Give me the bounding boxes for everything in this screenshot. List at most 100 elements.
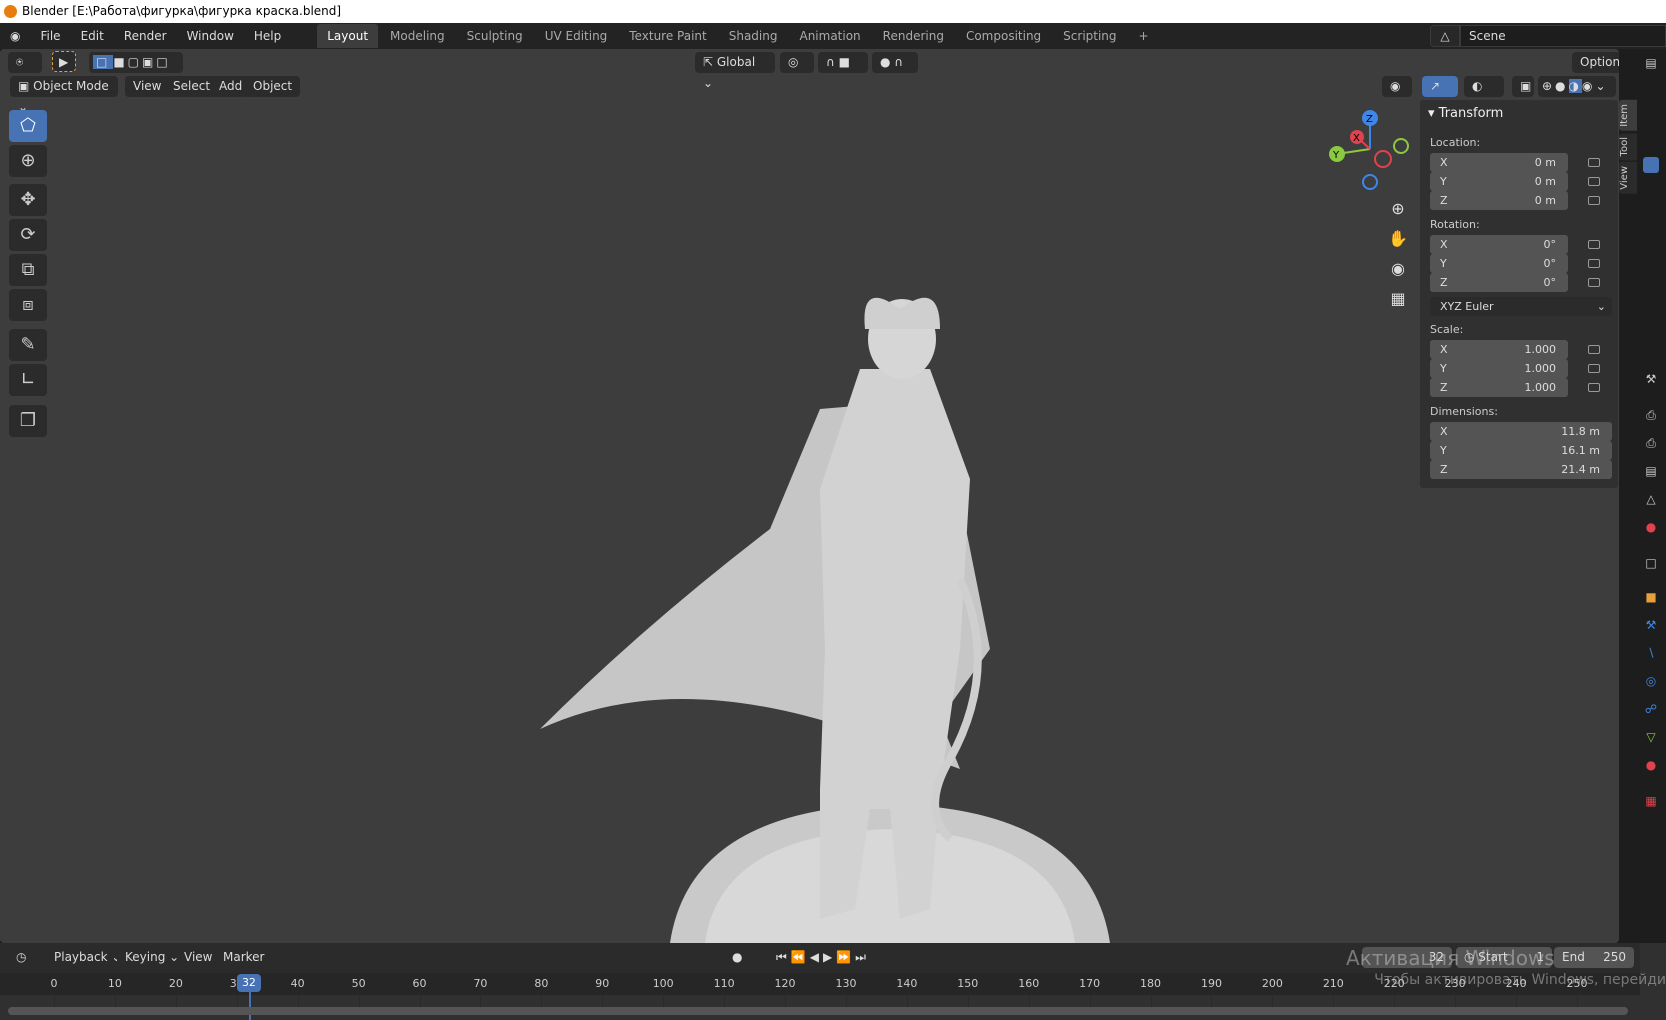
frame-tick-label: 170 xyxy=(1079,977,1101,990)
gizmo-toggle[interactable]: ↗ xyxy=(1422,76,1458,97)
lock-icon[interactable] xyxy=(1588,345,1600,354)
physics-icon[interactable]: ◎ xyxy=(1643,673,1659,689)
rotation-y-field[interactable]: Y 0° xyxy=(1430,254,1568,273)
collection-icon[interactable]: □ xyxy=(1643,555,1659,571)
tab-item[interactable]: Item xyxy=(1619,100,1637,131)
add-workspace-button[interactable]: + xyxy=(1129,24,1159,48)
lock-icon[interactable] xyxy=(1588,158,1600,167)
tab-sculpting[interactable]: Sculpting xyxy=(457,24,533,48)
menu-help[interactable]: Help xyxy=(244,29,291,43)
location-x-field[interactable]: X0 m xyxy=(1430,153,1568,172)
data-properties-icon[interactable]: ▽ xyxy=(1643,729,1659,745)
orientation-label: Global xyxy=(716,55,756,69)
tab-modeling[interactable]: Modeling xyxy=(380,24,455,48)
scene-name[interactable]: Scene xyxy=(1460,25,1666,47)
lock-icon[interactable] xyxy=(1588,177,1600,186)
scale-tool-icon[interactable]: ⧉ xyxy=(9,254,47,286)
options-dropdown[interactable]: Options ⌄ xyxy=(1572,52,1619,90)
tab-rendering[interactable]: Rendering xyxy=(873,24,954,48)
measure-tool-icon[interactable]: ∟ xyxy=(9,364,47,396)
camera-view-icon[interactable]: ◉ xyxy=(1386,254,1410,284)
blender-menu-icon[interactable]: ◉ xyxy=(0,29,30,43)
frame-tick-label: 110 xyxy=(713,977,735,990)
world-properties-icon[interactable]: ● xyxy=(1643,519,1659,535)
menu-edit[interactable]: Edit xyxy=(71,29,114,43)
move-tool-icon[interactable]: ✥ xyxy=(9,184,47,216)
scene-properties-icon[interactable]: △ xyxy=(1643,491,1659,507)
perspective-grid-icon[interactable]: ▦ xyxy=(1386,284,1410,314)
constraints-icon[interactable]: ☍ xyxy=(1643,701,1659,717)
scene-selector[interactable]: △ Scene xyxy=(1430,25,1666,47)
editor-type-button[interactable]: ⍟ xyxy=(8,52,42,73)
tab-uv-editing[interactable]: UV Editing xyxy=(535,24,618,48)
transform-orientation-dropdown[interactable]: ⇱ Global ⌄ xyxy=(695,52,775,90)
texture-properties-icon[interactable]: ▦ xyxy=(1643,793,1659,809)
lock-icon[interactable] xyxy=(1588,278,1600,287)
tool-properties-icon[interactable]: ⚒ xyxy=(1643,371,1659,387)
snap-toggle[interactable]: ∩ ■ xyxy=(818,52,868,73)
visibility-dropdown[interactable]: ◉ xyxy=(1382,76,1412,97)
outliner-icon[interactable]: ▤ xyxy=(1643,55,1659,71)
sculpted-figure-model[interactable] xyxy=(520,249,1140,943)
3d-viewport[interactable]: ⍟ ▶ □■▢▣□ ⇱ Global ⌄ ◎ ∩ ■ ● ∩ Options ⌄… xyxy=(0,49,1619,943)
tab-scripting[interactable]: Scripting xyxy=(1053,24,1126,48)
dimensions-y-field[interactable]: Y 16.1 m xyxy=(1430,441,1612,460)
rotation-mode-dropdown[interactable]: XYZ Euler ⌄ xyxy=(1430,297,1612,316)
tab-compositing[interactable]: Compositing xyxy=(956,24,1051,48)
lock-icon[interactable] xyxy=(1588,364,1600,373)
navigation-gizmo[interactable]: Z Y X xyxy=(1325,104,1415,194)
transform-panel-header[interactable]: ▾ Transform xyxy=(1428,106,1503,121)
lock-icon[interactable] xyxy=(1588,259,1600,268)
xray-toggle[interactable]: ▣ xyxy=(1512,76,1534,97)
select-tool-icon[interactable]: ▶ xyxy=(52,51,76,72)
menu-view[interactable]: View xyxy=(125,76,170,97)
object-properties-icon[interactable]: ■ xyxy=(1643,589,1659,605)
menu-render[interactable]: Render xyxy=(114,29,177,43)
tab-tool[interactable]: Tool xyxy=(1619,132,1637,161)
scale-y-field[interactable]: Y 1.000 xyxy=(1430,359,1568,378)
pan-hand-icon[interactable]: ✋ xyxy=(1386,224,1410,254)
cursor-tool-icon[interactable]: ⊕ xyxy=(9,145,47,177)
lock-icon[interactable] xyxy=(1588,196,1600,205)
pivot-point-dropdown[interactable]: ◎ xyxy=(780,52,814,73)
timeline-scrollbar[interactable] xyxy=(8,1007,1628,1015)
material-properties-icon[interactable]: ● xyxy=(1643,757,1659,773)
transform-tool-icon[interactable]: ⧈ xyxy=(9,289,47,321)
add-cube-tool-icon[interactable]: ❐ xyxy=(9,405,47,437)
menu-file[interactable]: File xyxy=(30,29,70,43)
overlays-toggle[interactable]: ◐ xyxy=(1464,76,1504,97)
modifier-icon[interactable]: ⚒ xyxy=(1643,617,1659,633)
location-z-field[interactable]: Z0 m xyxy=(1430,191,1568,210)
scale-x-field[interactable]: X 1.000 xyxy=(1430,340,1568,359)
tab-layout[interactable]: Layout xyxy=(317,24,379,48)
playhead[interactable]: 32 xyxy=(236,974,261,992)
annotate-tool-icon[interactable]: ✎ xyxy=(9,329,47,361)
particles-icon[interactable]: ∖ xyxy=(1643,645,1659,661)
lock-icon[interactable] xyxy=(1588,383,1600,392)
render-properties-icon[interactable]: ⎙ xyxy=(1643,407,1659,423)
view-layer-icon[interactable]: ▤ xyxy=(1643,463,1659,479)
dimensions-z-field[interactable]: Z 21.4 m xyxy=(1430,460,1612,479)
menu-object[interactable]: Object xyxy=(245,76,301,97)
scene-icon: △ xyxy=(1430,25,1460,47)
playhead-line[interactable] xyxy=(248,992,251,1020)
scale-z-field[interactable]: Z 1.000 xyxy=(1430,378,1568,397)
menu-window[interactable]: Window xyxy=(177,29,244,43)
location-y-field[interactable]: Y0 m xyxy=(1430,172,1568,191)
tab-view[interactable]: View xyxy=(1619,162,1637,194)
lock-icon[interactable] xyxy=(1588,240,1600,249)
select-box-tool-icon[interactable]: ⬠ xyxy=(9,110,47,142)
rotation-x-field[interactable]: X 0° xyxy=(1430,235,1568,254)
zoom-icon[interactable]: ⊕ xyxy=(1386,194,1410,224)
mode-dropdown[interactable]: ▣ Object Mode ⌄ xyxy=(10,76,118,114)
tab-shading[interactable]: Shading xyxy=(719,24,788,48)
dimensions-x-field[interactable]: X 11.8 m xyxy=(1430,422,1612,441)
tab-animation[interactable]: Animation xyxy=(789,24,870,48)
tab-texture-paint[interactable]: Texture Paint xyxy=(619,24,716,48)
proportional-editing-toggle[interactable]: ● ∩ xyxy=(872,52,918,73)
shading-mode-buttons[interactable]: ⊕●◑◉⌄ xyxy=(1538,76,1616,97)
selection-mode-buttons[interactable]: □ ■▢▣□ xyxy=(89,52,183,73)
output-properties-icon[interactable]: ⎙ xyxy=(1643,435,1659,451)
rotation-z-field[interactable]: Z 0° xyxy=(1430,273,1568,292)
rotate-tool-icon[interactable]: ⟳ xyxy=(9,219,47,251)
